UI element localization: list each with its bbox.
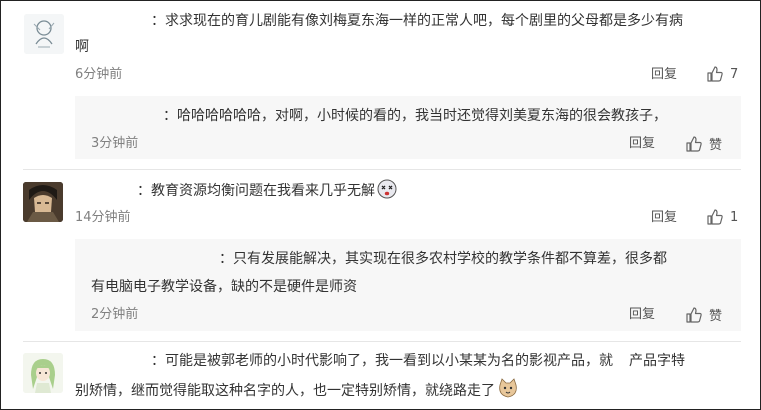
divider [23, 169, 741, 170]
comment-text-tail: 产品字特 [629, 353, 685, 369]
reply-text: ：哈哈哈哈哈哈，对啊，小时候的看的，我当时还觉得刘美夏东海的很会教孩子， [163, 108, 667, 124]
like-button[interactable]: 赞 [685, 134, 722, 153]
thumbs-up-icon [686, 135, 702, 152]
reply-button[interactable]: 回复 [651, 66, 677, 84]
reply-button[interactable]: 回复 [651, 209, 677, 227]
reply-text: ：只有发展能解决，其实现在很多农村学校的教学条件都不算差，很多都 [219, 251, 667, 267]
reply-button[interactable]: 回复 [629, 135, 655, 153]
comment-text-content: 别矫情，继而觉得能取这种名字的人，也一定特别矫情，就绕路走了 [75, 383, 495, 399]
reply-time: 3分钟前 [91, 136, 139, 151]
comment-time: 6分钟前 [75, 67, 123, 82]
reply-text-continued: 有电脑电子教学设备，缺的不是硬件是师资 [91, 279, 357, 295]
cat-face-emoji [499, 378, 517, 398]
comment-text-continued: 别矫情，继而觉得能取这种名字的人，也一定特别矫情，就绕路走了 [75, 377, 519, 402]
comment-text: ：教育资源均衡问题在我看来几乎无解 [137, 179, 397, 202]
comment-text: ：可能是被郭老师的小时代影响了，我一看到以小某某为名的影视产品，就 产品字特 [151, 350, 685, 372]
like-button[interactable]: 赞 [685, 305, 722, 324]
comment-text-content: ：教育资源均衡问题在我看来几乎无解 [137, 183, 375, 199]
like-label: 赞 [709, 309, 723, 324]
thumbs-up-icon [707, 209, 723, 225]
anime-character-avatar-icon[interactable] [23, 182, 63, 222]
thumbs-up-icon [686, 306, 702, 323]
like-button[interactable]: 1 [706, 208, 738, 226]
sketch-avatar-icon[interactable] [24, 14, 64, 54]
comment-text: ：求求现在的育儿剧能有像刘梅夏东海一样的正常人吧，每个剧里的父母都是多少有病 [151, 13, 683, 29]
reply-time: 2分钟前 [91, 307, 139, 322]
like-button[interactable]: 7 [706, 65, 738, 83]
comment-text-content: ：可能是被郭老师的小时代影响了，我一看到以小某某为名的影视产品，就 [151, 353, 613, 369]
thumbs-up-icon [707, 66, 723, 82]
comment-list: ：求求现在的育儿剧能有像刘梅夏东海一样的正常人吧，每个剧里的父母都是多少有病 啊… [0, 0, 761, 410]
reply-button[interactable]: 回复 [629, 306, 655, 324]
like-label: 赞 [709, 138, 723, 153]
green-hair-avatar-icon[interactable] [23, 353, 63, 393]
comment-text-continued: 啊 [75, 39, 89, 55]
divider [23, 341, 741, 342]
like-count: 7 [730, 66, 739, 82]
dizzy-face-emoji [377, 179, 397, 199]
like-count: 1 [730, 209, 739, 225]
comment-time: 14分钟前 [75, 210, 131, 225]
